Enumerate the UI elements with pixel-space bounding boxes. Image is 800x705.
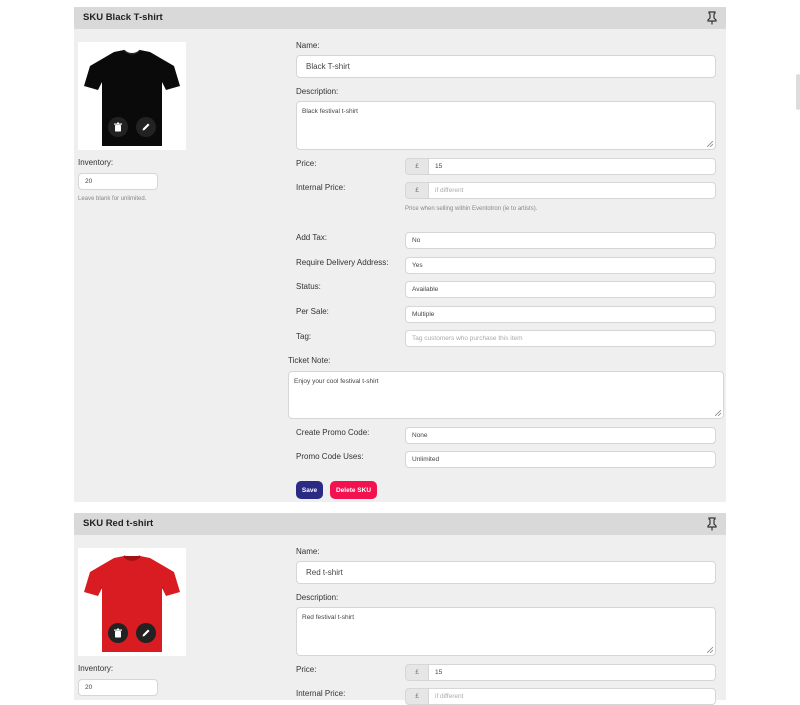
description-text: Black festival t-shirt: [302, 108, 358, 115]
price-currency: £: [405, 158, 429, 175]
red-tshirt-image: [84, 555, 180, 652]
name-label: Name:: [296, 547, 320, 556]
description-label: Description:: [296, 87, 339, 96]
pencil-icon: [142, 123, 150, 131]
per-sale-select[interactable]: Multiple: [405, 306, 716, 323]
name-input[interactable]: Red t-shirt: [296, 561, 716, 584]
ticket-note-text: Enjoy your cool festival t-shirt: [294, 378, 379, 385]
description-text: Red festival t-shirt: [302, 614, 355, 621]
sku-panel-header: SKU Black T-shirt: [74, 7, 726, 29]
price-label: Price:: [296, 159, 317, 168]
description-textarea[interactable]: Red festival t-shirt: [296, 607, 716, 656]
resize-grip-icon[interactable]: [707, 647, 713, 653]
save-button[interactable]: Save: [296, 481, 323, 499]
internal-price-input[interactable]: if different: [428, 182, 716, 199]
internal-price-currency: £: [405, 688, 429, 705]
price-currency: £: [405, 664, 429, 681]
internal-price-placeholder: if different: [435, 693, 464, 700]
price-label: Price:: [296, 665, 317, 674]
inventory-input[interactable]: 20: [78, 679, 158, 696]
pin-icon[interactable]: [706, 517, 718, 531]
tag-input[interactable]: Tag customers who purchase this item: [405, 330, 716, 347]
resize-grip-icon[interactable]: [715, 410, 721, 416]
internal-price-currency: £: [405, 182, 429, 199]
inventory-hint: Leave blank for unlimited.: [78, 196, 147, 202]
product-image: [78, 42, 186, 150]
scrollbar[interactable]: [796, 74, 800, 110]
sku-title: SKU Red t-shirt: [83, 518, 154, 529]
ticket-note-label: Ticket Note:: [288, 356, 331, 365]
inventory-label: Inventory:: [78, 664, 114, 673]
inventory-label: Inventory:: [78, 158, 114, 167]
sku-panel: SKU Red t-shirt Inventory: 20 Name: Red …: [74, 513, 726, 705]
internal-price-input[interactable]: if different: [428, 688, 716, 705]
ticket-note-textarea[interactable]: Enjoy your cool festival t-shirt: [288, 371, 724, 419]
product-image: [78, 548, 186, 656]
price-input[interactable]: 15: [428, 158, 716, 175]
promo-uses-select[interactable]: Unlimited: [405, 451, 716, 468]
delete-image-button[interactable]: [108, 117, 128, 137]
inventory-input[interactable]: 20: [78, 173, 158, 190]
sku-panel: SKU Black T-shirt Inventory: 20 Leave bl…: [74, 7, 726, 502]
pin-icon[interactable]: [706, 11, 718, 25]
edit-image-button[interactable]: [136, 117, 156, 137]
status-select[interactable]: Available: [405, 281, 716, 298]
per-sale-label: Per Sale:: [296, 307, 329, 316]
delete-sku-button[interactable]: Delete SKU: [330, 481, 377, 499]
description-label: Description:: [296, 593, 339, 602]
trash-icon: [114, 122, 122, 132]
resize-grip-icon[interactable]: [707, 141, 713, 147]
promo-code-select[interactable]: None: [405, 427, 716, 444]
add-tax-label: Add Tax:: [296, 233, 327, 242]
internal-price-placeholder: if different: [435, 187, 464, 194]
pencil-icon: [142, 629, 150, 637]
name-label: Name:: [296, 41, 320, 50]
sku-title: SKU Black T-shirt: [83, 12, 163, 23]
tag-label: Tag:: [296, 332, 312, 341]
status-label: Status:: [296, 282, 321, 291]
trash-icon: [114, 628, 122, 638]
tag-placeholder: Tag customers who purchase this item: [412, 335, 523, 342]
delivery-label: Require Delivery Address:: [296, 258, 389, 267]
edit-image-button[interactable]: [136, 623, 156, 643]
name-input[interactable]: Black T-shirt: [296, 55, 716, 78]
promo-uses-label: Promo Code Uses:: [296, 452, 364, 461]
add-tax-select[interactable]: No: [405, 232, 716, 249]
description-textarea[interactable]: Black festival t-shirt: [296, 101, 716, 150]
promo-code-label: Create Promo Code:: [296, 428, 370, 437]
internal-price-hint: Price when selling within Eventotron (ie…: [405, 206, 538, 212]
delete-image-button[interactable]: [108, 623, 128, 643]
price-input[interactable]: 15: [428, 664, 716, 681]
internal-price-label: Internal Price:: [296, 689, 346, 698]
internal-price-label: Internal Price:: [296, 183, 346, 192]
sku-panel-header: SKU Red t-shirt: [74, 513, 726, 535]
delivery-select[interactable]: Yes: [405, 257, 716, 274]
black-tshirt-image: [84, 49, 180, 146]
